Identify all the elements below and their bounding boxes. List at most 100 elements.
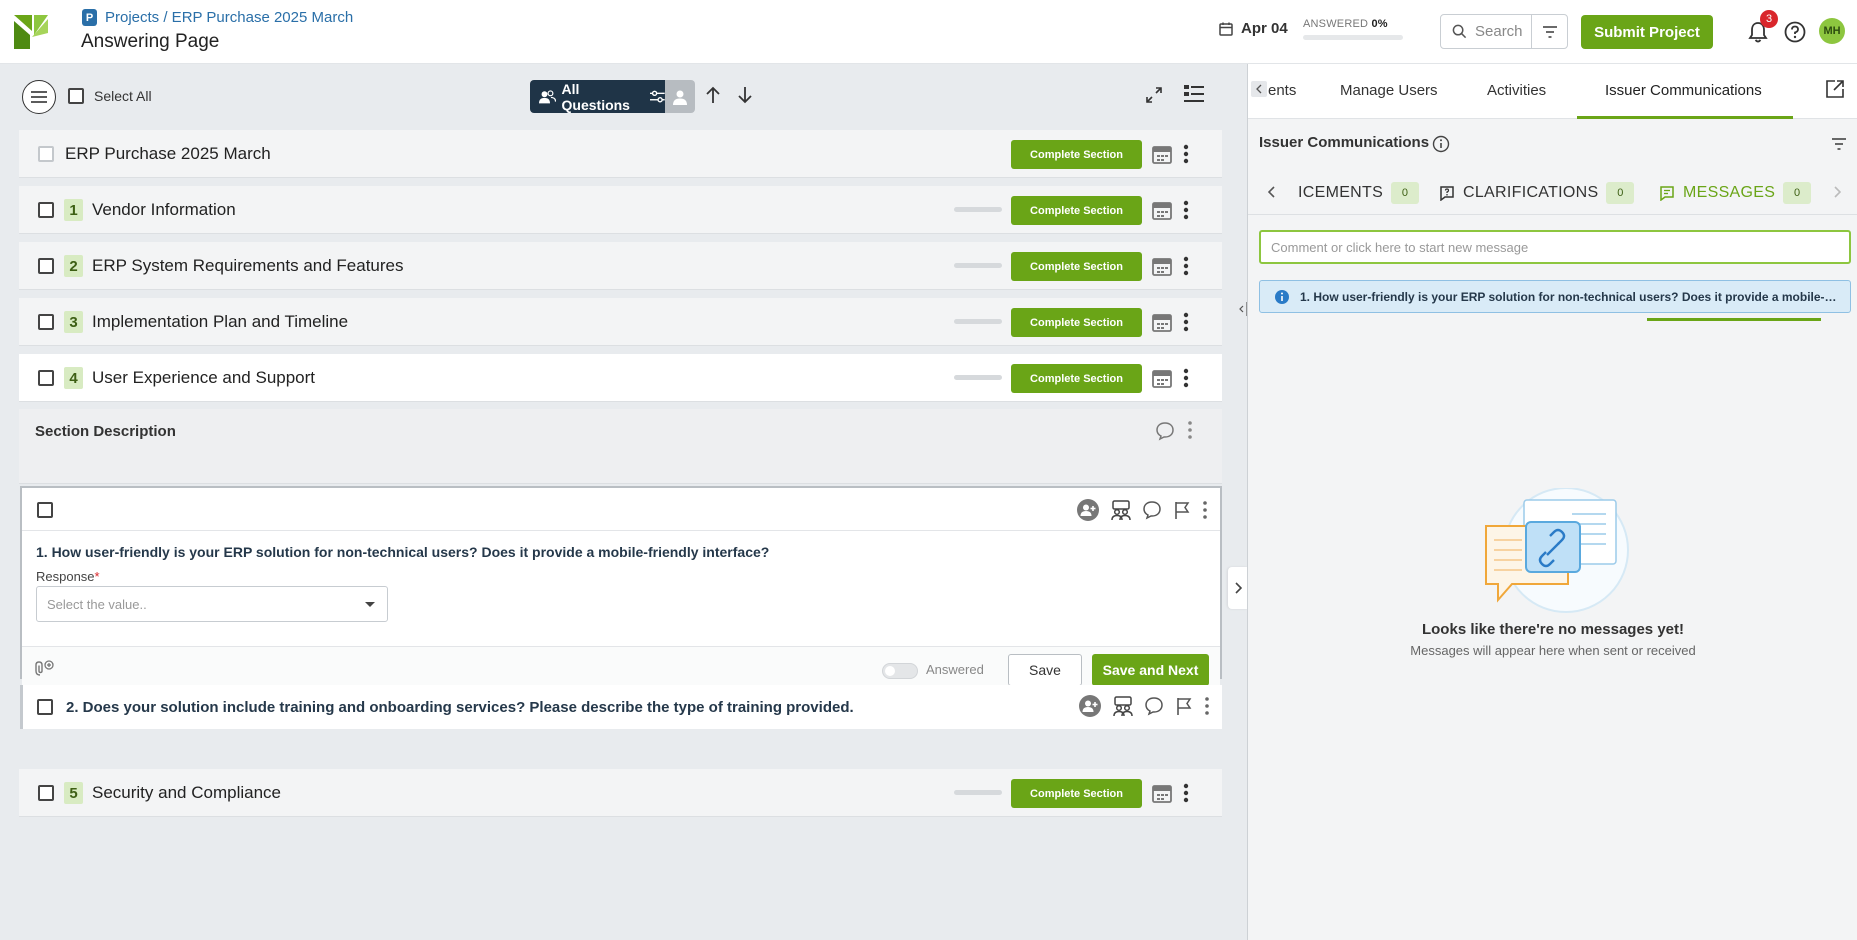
question-card-2[interactable]: 2. Does your solution include training a… — [20, 685, 1222, 729]
calendar-icon[interactable] — [1151, 143, 1173, 165]
flag-icon[interactable] — [1172, 500, 1192, 520]
comment-icon[interactable] — [1155, 421, 1175, 441]
search-input[interactable] — [1475, 23, 1539, 40]
section-checkbox[interactable] — [38, 785, 54, 801]
calendar-icon[interactable] — [1151, 199, 1173, 221]
section-3[interactable]: 3 Implementation Plan and Timeline Compl… — [19, 298, 1222, 346]
section-checkbox[interactable] — [38, 370, 54, 386]
section-title[interactable]: Vendor Information — [92, 200, 236, 220]
complete-section-button[interactable]: Complete Section — [1011, 252, 1142, 281]
section-checkbox[interactable] — [38, 202, 54, 218]
questions-toolbar: Select All All Questions — [0, 64, 1247, 124]
answered-toggle[interactable] — [882, 663, 918, 679]
tabs-scroll-left-button[interactable] — [1251, 81, 1267, 97]
list-layout-icon[interactable] — [1183, 84, 1205, 104]
hamburger-icon — [31, 91, 47, 103]
assign-user-icon[interactable] — [1078, 694, 1102, 718]
tab-issuer-communications[interactable]: Issuer Communications — [1605, 82, 1762, 99]
subtab-announcements[interactable]: ICEMENTS 0 — [1298, 182, 1420, 204]
tab-activities[interactable]: Activities — [1487, 82, 1546, 99]
search-box[interactable] — [1440, 14, 1568, 49]
question-checkbox[interactable] — [37, 699, 53, 715]
complete-section-button[interactable]: Complete Section — [1011, 779, 1142, 808]
subtab-clarifications[interactable]: CLARIFICATIONS 0 — [1439, 182, 1635, 204]
arrow-down-icon[interactable] — [737, 86, 753, 104]
user-avatar[interactable]: MH — [1819, 18, 1845, 44]
submit-project-button[interactable]: Submit Project — [1581, 15, 1713, 49]
brand-logo[interactable] — [12, 13, 50, 51]
new-message-input[interactable] — [1259, 230, 1851, 264]
questions-pane: Select All All Questions ERP Purchase 20… — [0, 64, 1248, 940]
response-label: Response* — [36, 569, 100, 584]
flag-icon[interactable] — [1174, 696, 1194, 716]
external-link-icon[interactable] — [1825, 79, 1845, 99]
question-bubble-icon — [1440, 186, 1454, 201]
comment-icon[interactable] — [1144, 696, 1164, 716]
response-select[interactable]: Select the value.. — [36, 586, 388, 622]
collaborators-icon[interactable] — [1112, 695, 1134, 717]
more-icon[interactable] — [1182, 255, 1190, 277]
arrow-up-icon[interactable] — [705, 86, 721, 104]
calendar-icon[interactable] — [1151, 367, 1173, 389]
chevron-right-icon[interactable] — [1833, 186, 1841, 198]
answered-progress-track — [1303, 35, 1403, 40]
more-icon[interactable] — [1182, 143, 1190, 165]
calendar-icon[interactable] — [1151, 255, 1173, 277]
section-description-title: Section Description — [35, 423, 176, 440]
collapse-panel-button[interactable] — [1228, 567, 1248, 609]
collaborators-icon[interactable] — [1110, 499, 1132, 521]
filter-icon[interactable] — [1832, 138, 1846, 150]
calendar-icon[interactable] — [1151, 311, 1173, 333]
calendar-icon[interactable] — [1151, 782, 1173, 804]
section-checkbox[interactable] — [38, 314, 54, 330]
question-text[interactable]: 2. Does your solution include training a… — [66, 699, 854, 716]
section-2[interactable]: 2 ERP System Requirements and Features C… — [19, 242, 1222, 290]
section-title[interactable]: User Experience and Support — [92, 368, 315, 388]
attachment-icon[interactable] — [34, 659, 56, 677]
section-checkbox[interactable] — [38, 258, 54, 274]
complete-section-button[interactable]: Complete Section — [1011, 140, 1142, 169]
save-button[interactable]: Save — [1008, 654, 1082, 686]
expand-icon[interactable] — [1145, 86, 1163, 104]
complete-section-button[interactable]: Complete Section — [1011, 308, 1142, 337]
chevron-left-icon — [1256, 84, 1262, 94]
section-title[interactable]: ERP Purchase 2025 March — [65, 144, 271, 164]
all-questions-button[interactable]: All Questions — [530, 80, 665, 113]
more-icon[interactable] — [1182, 782, 1190, 804]
section-4[interactable]: 4 User Experience and Support Complete S… — [19, 354, 1222, 402]
more-icon[interactable] — [1187, 420, 1193, 440]
section-root[interactable]: ERP Purchase 2025 March Complete Section — [19, 130, 1222, 178]
select-all-checkbox[interactable] — [68, 88, 84, 104]
info-icon[interactable] — [1432, 135, 1450, 153]
section-title[interactable]: ERP System Requirements and Features — [92, 256, 404, 276]
more-icon[interactable] — [1182, 199, 1190, 221]
more-icon[interactable] — [1204, 696, 1210, 716]
breadcrumb-text[interactable]: Projects / ERP Purchase 2025 March — [105, 9, 353, 26]
communication-subtabs: ICEMENTS 0 CLARIFICATIONS 0 MESSAGES 0 — [1248, 170, 1857, 321]
complete-section-button[interactable]: Complete Section — [1011, 196, 1142, 225]
menu-button[interactable] — [22, 80, 56, 114]
question-checkbox[interactable] — [37, 502, 53, 518]
subtab-messages[interactable]: MESSAGES 0 — [1659, 182, 1812, 204]
complete-section-button[interactable]: Complete Section — [1011, 364, 1142, 393]
breadcrumb[interactable]: P Projects / ERP Purchase 2025 March — [82, 9, 353, 26]
section-title[interactable]: Security and Compliance — [92, 783, 281, 803]
chevron-left-icon[interactable] — [1268, 186, 1276, 198]
section-5[interactable]: 5 Security and Compliance Complete Secti… — [19, 769, 1222, 817]
question-context-banner[interactable]: 1. How user-friendly is your ERP solutio… — [1259, 280, 1851, 313]
assign-user-icon[interactable] — [1076, 498, 1100, 522]
tab-manage-users[interactable]: Manage Users — [1340, 82, 1438, 99]
section-1[interactable]: 1 Vendor Information Complete Section — [19, 186, 1222, 234]
my-questions-button[interactable] — [665, 80, 695, 113]
select-all[interactable]: Select All — [68, 88, 152, 104]
search-filter-button[interactable] — [1531, 15, 1567, 48]
save-and-next-button[interactable]: Save and Next — [1092, 654, 1209, 686]
more-icon[interactable] — [1202, 500, 1208, 520]
tab-ents[interactable]: ents — [1268, 82, 1296, 99]
comment-icon[interactable] — [1142, 500, 1162, 520]
more-icon[interactable] — [1182, 311, 1190, 333]
help-icon[interactable] — [1784, 21, 1806, 43]
section-title[interactable]: Implementation Plan and Timeline — [92, 312, 348, 332]
section-checkbox[interactable] — [38, 146, 54, 162]
more-icon[interactable] — [1182, 367, 1190, 389]
